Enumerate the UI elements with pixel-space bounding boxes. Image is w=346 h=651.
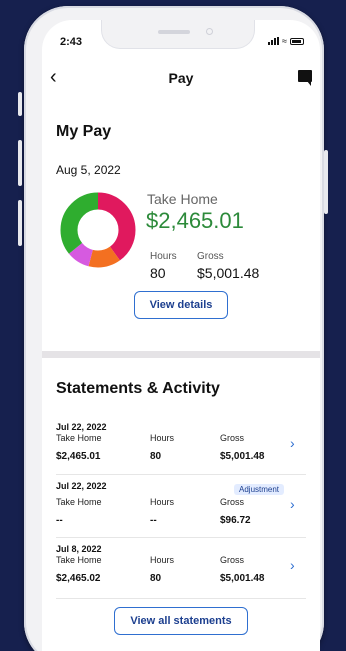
hours-label: Hours bbox=[150, 555, 175, 565]
chevron-right-icon[interactable]: › bbox=[290, 496, 295, 512]
view-details-button[interactable]: View details bbox=[134, 291, 228, 319]
statement-date: Jul 22, 2022 bbox=[56, 422, 107, 432]
pay-date: Aug 5, 2022 bbox=[56, 163, 121, 177]
statements-title: Statements & Activity bbox=[56, 380, 220, 397]
speaker bbox=[158, 30, 190, 34]
gross-value: $5,001.48 bbox=[220, 573, 265, 584]
gross-label: Gross bbox=[220, 555, 245, 565]
row-divider bbox=[56, 598, 306, 599]
take-home-value: $2,465.01 bbox=[146, 208, 244, 233]
hours-label: Hours bbox=[150, 433, 175, 443]
gross-label: Gross bbox=[220, 497, 245, 507]
signal-icon bbox=[268, 37, 280, 45]
phone-power-button bbox=[324, 150, 328, 214]
hours-label: Hours bbox=[150, 497, 175, 507]
gross-value: $96.72 bbox=[220, 515, 251, 526]
chevron-right-icon[interactable]: › bbox=[290, 557, 295, 573]
view-all-statements-button[interactable]: View all statements bbox=[114, 607, 248, 635]
row-divider bbox=[56, 474, 306, 475]
statement-row[interactable]: Jul 8, 2022 Take Home Hours Gross $2,465… bbox=[56, 544, 306, 604]
row-divider bbox=[56, 537, 306, 538]
phone-notch bbox=[102, 20, 254, 48]
gross-value: $5,001.48 bbox=[220, 451, 265, 462]
camera bbox=[206, 28, 213, 35]
hours-value: -- bbox=[150, 515, 157, 526]
section-divider bbox=[42, 351, 320, 358]
page-title: Pay bbox=[168, 70, 194, 86]
my-pay-title: My Pay bbox=[56, 123, 112, 140]
take-home-label: Take Home bbox=[56, 433, 102, 443]
phone-side-button bbox=[18, 92, 22, 116]
statement-date: Jul 22, 2022 bbox=[56, 481, 107, 491]
wifi-icon: ≈ bbox=[282, 36, 287, 46]
take-home-label: Take Home bbox=[56, 555, 102, 565]
phone-side-button bbox=[18, 140, 22, 186]
chat-icon[interactable] bbox=[298, 70, 312, 86]
hours-value: 80 bbox=[150, 265, 166, 281]
statement-date: Jul 8, 2022 bbox=[56, 544, 102, 554]
take-home-value: -- bbox=[56, 515, 63, 526]
pay-breakdown-donut[interactable] bbox=[60, 192, 136, 268]
status-time: 2:43 bbox=[60, 36, 83, 48]
statement-row[interactable]: Jul 22, 2022 Take Home Hours Gross $2,46… bbox=[56, 422, 306, 482]
take-home-value: $2,465.01 bbox=[56, 451, 101, 462]
statement-row[interactable]: Jul 22, 2022 Adjustment Take Home Hours … bbox=[56, 481, 306, 541]
battery-icon bbox=[290, 37, 304, 45]
adjustment-badge: Adjustment bbox=[234, 484, 285, 495]
hours-value: 80 bbox=[150, 451, 162, 462]
take-home-value: $2,465.02 bbox=[56, 573, 101, 584]
gross-label: Gross bbox=[197, 251, 224, 262]
gross-label: Gross bbox=[220, 433, 245, 443]
chevron-right-icon[interactable]: › bbox=[290, 435, 295, 451]
status-icons: ≈ bbox=[268, 36, 304, 46]
nav-bar: ‹ Pay bbox=[42, 66, 320, 92]
hours-label: Hours bbox=[150, 251, 177, 262]
phone-side-button bbox=[18, 200, 22, 246]
take-home-label: Take Home bbox=[56, 497, 102, 507]
app-screen: 2:43 ≈ ‹ Pay My Pay Aug 5, 2022 Take Hom… bbox=[42, 20, 320, 651]
gross-value: $5,001.48 bbox=[197, 265, 260, 281]
take-home-label: Take Home bbox=[147, 191, 218, 207]
hours-value: 80 bbox=[150, 573, 162, 584]
